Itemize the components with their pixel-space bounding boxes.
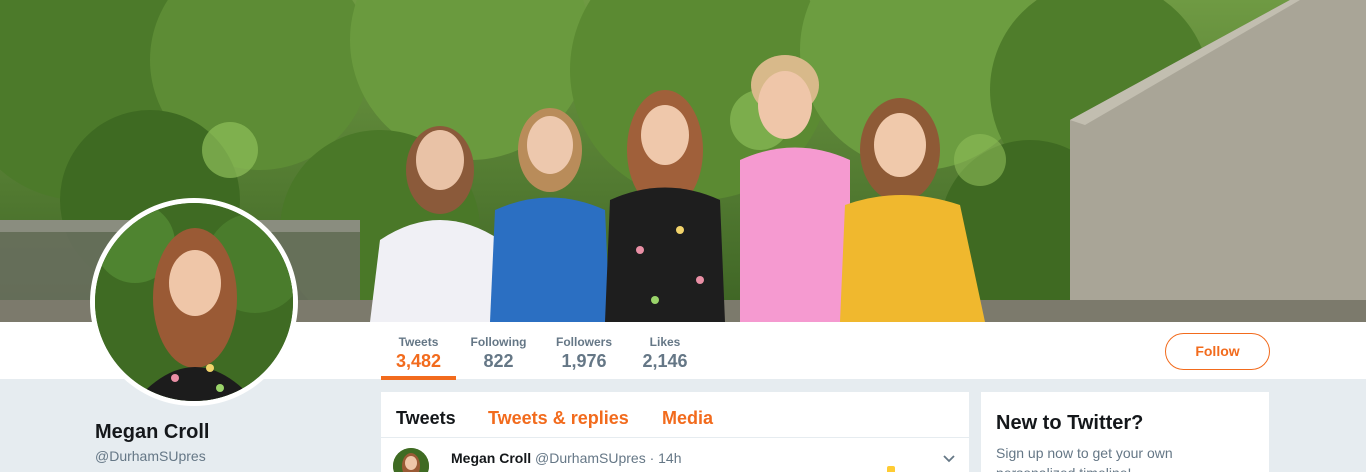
tweet-timestamp[interactable]: · 14h (650, 450, 682, 466)
stat-likes-value: 2,146 (642, 351, 688, 371)
tweet-author-handle[interactable]: @DurhamSUpres (535, 450, 646, 466)
profile-name[interactable]: Megan Croll (95, 421, 209, 444)
tab-tweets[interactable]: Tweets (396, 408, 456, 429)
stat-likes[interactable]: Likes 2,146 (638, 322, 692, 380)
signup-module: New to Twitter? Sign up now to get your … (981, 392, 1269, 472)
active-tab-indicator (381, 376, 456, 380)
stat-following-label: Following (470, 335, 527, 349)
avatar[interactable] (90, 198, 298, 406)
stat-followers[interactable]: Followers 1,976 (551, 322, 617, 380)
pinned-emoji-icon (887, 466, 895, 472)
stat-tweets-value: 3,482 (395, 351, 442, 371)
stat-tweets-label: Tweets (398, 335, 439, 349)
stat-followers-label: Followers (555, 335, 612, 349)
chevron-down-icon[interactable] (941, 450, 957, 466)
stat-following[interactable]: Following 822 (466, 322, 531, 380)
tab-media[interactable]: Media (662, 408, 713, 429)
profile-page: Tweets 3,482 Following 822 Followers 1,9… (0, 0, 1366, 472)
signup-text: Sign up now to get your own personalized… (996, 445, 1173, 472)
avatar-image (95, 203, 293, 401)
tweet-avatar[interactable] (393, 448, 429, 472)
tweet-author-name[interactable]: Megan Croll (451, 450, 531, 466)
tweet-header: Megan Croll @DurhamSUpres · 14h (451, 450, 682, 466)
signup-title: New to Twitter? (996, 412, 1144, 434)
profile-handle[interactable]: @DurhamSUpres (95, 448, 206, 464)
timeline: Tweets Tweets & replies Media Megan Crol… (381, 392, 969, 472)
tab-tweets-replies[interactable]: Tweets & replies (488, 408, 629, 429)
stat-followers-value: 1,976 (561, 351, 607, 371)
timeline-tabs: Tweets Tweets & replies Media (381, 392, 969, 438)
follow-button[interactable]: Follow (1165, 333, 1270, 370)
tweet[interactable]: Megan Croll @DurhamSUpres · 14h (381, 438, 969, 472)
stat-following-value: 822 (483, 351, 514, 371)
stat-likes-label: Likes (649, 335, 681, 349)
stat-tweets[interactable]: Tweets 3,482 (381, 322, 456, 380)
